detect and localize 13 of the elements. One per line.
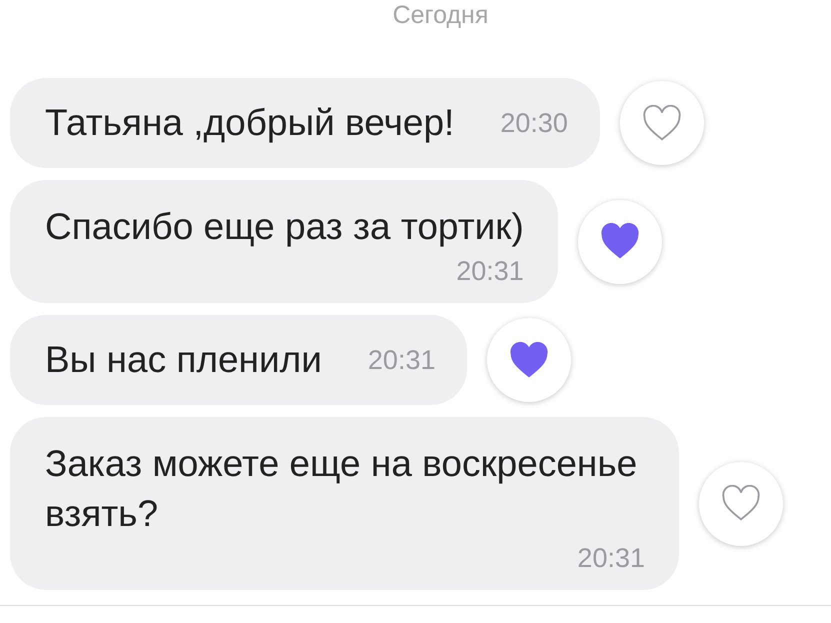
message-time: 20:31 [456,256,524,287]
like-button[interactable] [487,318,572,402]
date-header: Сегодня [392,0,488,30]
message-text: Татьяна ,добрый вечер! [45,102,454,144]
message-text: Заказ можете еще на воскресенье взять? [45,442,638,536]
message-text: Спасибо еще раз за тортик) [45,205,524,249]
like-button[interactable] [620,81,704,165]
message-time: 20:31 [577,543,645,574]
message-text: Вы нас пленили [45,339,322,381]
message-time: 20:30 [500,108,568,138]
like-button[interactable] [578,200,662,284]
message-time: 20:31 [368,344,436,376]
like-button[interactable] [699,462,783,546]
